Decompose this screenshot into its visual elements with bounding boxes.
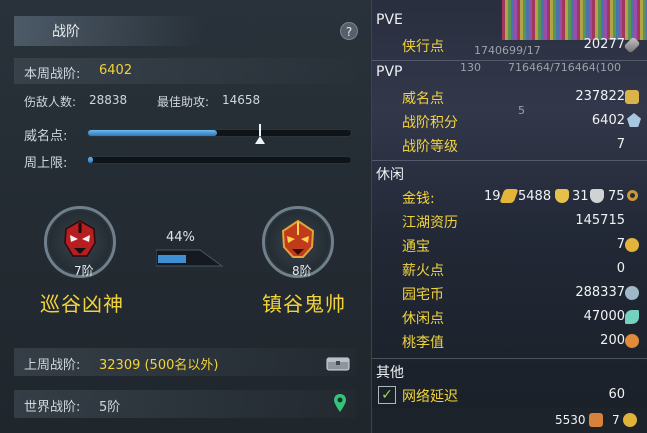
item-value: 288337 (575, 285, 625, 300)
defeated-value: 28838 (89, 93, 128, 107)
rank-progress-fill (158, 255, 186, 263)
weekly-cap-bar (87, 156, 352, 164)
last-week-value: 32309 (500名以外) (99, 358, 219, 373)
section-pvp: PVP (376, 64, 403, 80)
prestige-label: 威名点: (24, 129, 68, 144)
leisure-point-icon (625, 310, 639, 324)
item-label: 休闲点 (402, 311, 444, 327)
item-value: 237822 (575, 89, 625, 104)
gold-value: 5488 (518, 189, 552, 204)
section-leisure: 休闲 (376, 167, 404, 183)
item-value: 20277 (583, 37, 625, 52)
prestige-icon (625, 90, 639, 104)
game-scene-banner (502, 0, 647, 40)
next-rank-num: 8阶 (292, 264, 312, 278)
item-value: 0 (616, 261, 625, 276)
peach-icon (625, 334, 639, 348)
defeated-label: 伤敌人数: (24, 95, 77, 109)
prestige-threshold-marker (254, 124, 265, 144)
rank-progress-bar (156, 249, 224, 267)
silver-value: 31 (572, 189, 589, 204)
item-label: 园宅币 (402, 287, 444, 303)
location-pin-icon[interactable] (333, 393, 347, 413)
latency-checkbox[interactable]: ✓ (378, 386, 396, 404)
item-label: 威名点 (402, 91, 444, 107)
item-value: 47000 (583, 309, 625, 324)
hud-number: 1740699/17 (474, 44, 541, 57)
divider (372, 60, 647, 61)
title-tab (14, 16, 204, 46)
panel-title: 战阶 (52, 24, 80, 40)
world-rank-value: 5阶 (99, 400, 121, 415)
item-value: 6402 (591, 113, 625, 128)
chest-icon[interactable] (326, 354, 350, 372)
item-label: 战阶等级 (402, 139, 458, 155)
footer-left-value: 5530 (555, 413, 586, 427)
weekly-cap-bar-fill (88, 157, 94, 163)
mask-icon (64, 220, 96, 257)
last-week-label: 上周战阶: (24, 358, 81, 373)
panel-header: 战阶 ? (0, 16, 372, 46)
section-pve: PVE (376, 12, 403, 28)
money-label: 金钱: (402, 191, 435, 207)
help-button[interactable]: ? (340, 22, 358, 40)
item-value: 7 (616, 137, 625, 152)
hud-number: 5 (518, 104, 525, 117)
next-rank-name: 镇谷鬼帅 (262, 292, 346, 316)
copper-value: 75 (608, 189, 625, 204)
tongbao-coin-icon (625, 238, 639, 252)
item-label: 薪火点 (402, 263, 444, 279)
item-value: 200 (600, 333, 625, 348)
hud-number: 130 (460, 61, 481, 74)
hud-number: 716464/716464(100 (508, 61, 621, 74)
section-other: 其他 (376, 365, 404, 381)
current-rank-num: 7阶 (74, 264, 94, 278)
house-coin-icon (625, 286, 639, 300)
helmet-icon (281, 219, 315, 258)
assist-value: 14658 (222, 93, 261, 107)
item-label: 通宝 (402, 239, 430, 255)
footer-right-value: 7 (612, 413, 620, 427)
weekly-rank-label: 本周战阶: (24, 67, 81, 82)
gold-bar-value: 19 (484, 189, 501, 204)
rank-progress-percent: 44% (166, 230, 195, 245)
weekly-cap-label: 周上限: (24, 156, 68, 171)
world-rank-label: 世界战阶: (24, 400, 81, 415)
boots-icon (589, 413, 603, 427)
item-label: 战阶积分 (402, 115, 458, 131)
divider (372, 160, 647, 161)
item-label: 江湖资历 (402, 215, 458, 231)
latency-label: 网络延迟 (402, 389, 458, 405)
current-rank-name: 巡谷凶神 (40, 292, 124, 316)
rank-panel: 战阶 ? 本周战阶: 6402 伤敌人数: 28838 最佳助攻: 14658 … (0, 0, 372, 433)
currency-panel: 1740699/17 130 716464/716464(100 5 PVE 侠… (372, 0, 647, 433)
divider (372, 358, 647, 359)
coin-icon (623, 413, 637, 427)
item-value: 145715 (575, 213, 625, 228)
item-label: 侠行点 (402, 39, 444, 55)
copper-coin-icon (627, 190, 638, 201)
prestige-bar-fill (88, 130, 217, 136)
footer-bar: 5530 7 (372, 408, 647, 433)
item-label: 桃李值 (402, 335, 444, 351)
gold-ingot-icon (555, 189, 569, 203)
latency-value: 60 (608, 387, 625, 402)
weekly-rank-value: 6402 (99, 63, 133, 78)
silver-ingot-icon (590, 189, 604, 203)
item-value: 7 (616, 237, 625, 252)
prestige-bar (87, 124, 352, 144)
assist-label: 最佳助攻: (157, 95, 210, 109)
